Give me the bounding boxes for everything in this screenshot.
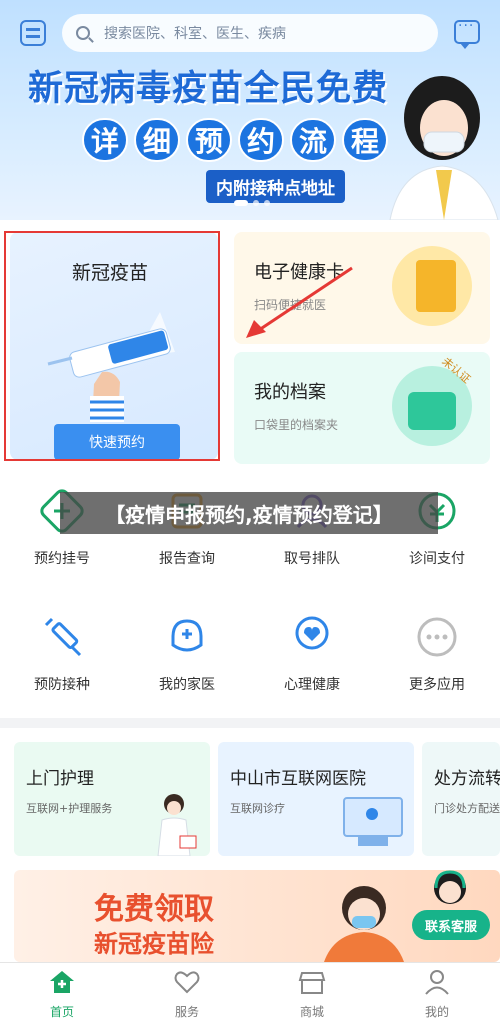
archive-card[interactable]: 我的档案 口袋里的档案夹 未认证 [234, 352, 490, 464]
health-card-icon [392, 246, 472, 326]
shop-icon [298, 972, 326, 994]
promo-title: 免费领取 [94, 892, 214, 927]
syringe-icon [39, 614, 85, 660]
grid-item-label: 报告查询 [159, 551, 215, 567]
service-subtitle: 互联网诊疗 [230, 802, 285, 815]
bottom-nav: 首页 服务 商城 我的 [0, 962, 500, 1026]
top-banner: 搜索医院、科室、医生、疾病 新冠病毒疫苗全民免费 详 细 预 约 流 程 内附接… [0, 0, 500, 220]
nav-label: 首页 [49, 1005, 74, 1019]
grid-item-label: 更多应用 [409, 677, 465, 693]
search-placeholder: 搜索医院、科室、医生、疾病 [104, 26, 286, 42]
home-icon [50, 971, 74, 993]
nurse-illustration [157, 794, 197, 856]
nav-home[interactable]: 首页 [22, 969, 102, 1020]
search-bar[interactable]: 搜索医院、科室、医生、疾病 [62, 14, 438, 52]
banner-title[interactable]: 新冠病毒疫苗全民免费 [28, 60, 388, 111]
nav-label: 我的 [424, 1005, 449, 1019]
banner-step-char: 流 [290, 118, 336, 162]
search-icon [76, 26, 90, 40]
service-title: 处方流转 [434, 769, 500, 789]
nav-label: 商城 [299, 1005, 324, 1019]
service-home-nursing[interactable]: 上门护理 互联网+护理服务 [14, 742, 210, 856]
grid-item-label: 预防接种 [34, 677, 90, 693]
service-internet-hospital[interactable]: 中山市互联网医院 互联网诊疗 [218, 742, 414, 856]
carousel-dots[interactable] [234, 200, 270, 206]
banner-subtitle: 内附接种点地址 [206, 170, 345, 203]
service-title: 上门护理 [26, 769, 94, 789]
message-icon[interactable] [454, 18, 480, 49]
customer-service-avatar [434, 870, 466, 904]
grid-item-label: 心理健康 [284, 677, 340, 693]
grid-item-label: 取号排队 [284, 551, 340, 567]
customer-service-button[interactable]: 联系客服 [412, 910, 490, 940]
service-subtitle: 互联网+护理服务 [26, 802, 113, 815]
masked-person-illustration [324, 886, 404, 962]
service-prescription[interactable]: 处方流转 门诊处方配送 [422, 742, 500, 856]
more-icon [414, 614, 460, 660]
grid-item-label: 我的家医 [159, 677, 215, 693]
banner-steps: 详 细 预 约 流 程 [82, 118, 388, 162]
grid-item-mental-health[interactable]: 心理健康 [262, 614, 362, 694]
banner-step-char: 预 [186, 118, 232, 162]
service-subtitle: 门诊处方配送 [434, 802, 500, 815]
service-title: 中山市互联网医院 [230, 769, 366, 789]
services-row: 上门护理 互联网+护理服务 中山市互联网医院 互联网诊疗 处方流转 门诊处方配送 [0, 728, 500, 866]
banner-step-char: 详 [82, 118, 128, 162]
grid-item-family-doctor[interactable]: 我的家医 [137, 614, 237, 694]
grid-item-more[interactable]: 更多应用 [387, 614, 487, 694]
heart-icon [174, 971, 200, 994]
monitor-illustration [343, 797, 403, 846]
archive-card-title: 我的档案 [254, 382, 326, 403]
grid-item-label: 预约挂号 [34, 551, 90, 567]
archive-card-subtitle: 口袋里的档案夹 [254, 418, 339, 432]
grid-item-label: 诊间支付 [409, 551, 465, 567]
nav-shop[interactable]: 商城 [272, 969, 352, 1020]
grid-item-vaccination[interactable]: 预防接种 [12, 614, 112, 694]
doctor-icon [164, 614, 210, 660]
banner-step-char: 约 [238, 118, 284, 162]
menu-icon[interactable] [20, 20, 46, 46]
red-arrow-annotation [246, 266, 353, 338]
user-icon [425, 970, 449, 995]
caption-overlay: 【疫情申报预约,疫情预约登记】 [60, 492, 438, 534]
nav-label: 服务 [174, 1005, 199, 1019]
promo-subtitle: 新冠疫苗险 [94, 930, 214, 958]
banner-step-char: 细 [134, 118, 180, 162]
nav-services[interactable]: 服务 [147, 969, 227, 1020]
heart-new-icon [289, 614, 335, 660]
highlight-frame [4, 231, 220, 461]
doctor-illustration [389, 76, 499, 220]
nav-profile[interactable]: 我的 [397, 969, 477, 1020]
